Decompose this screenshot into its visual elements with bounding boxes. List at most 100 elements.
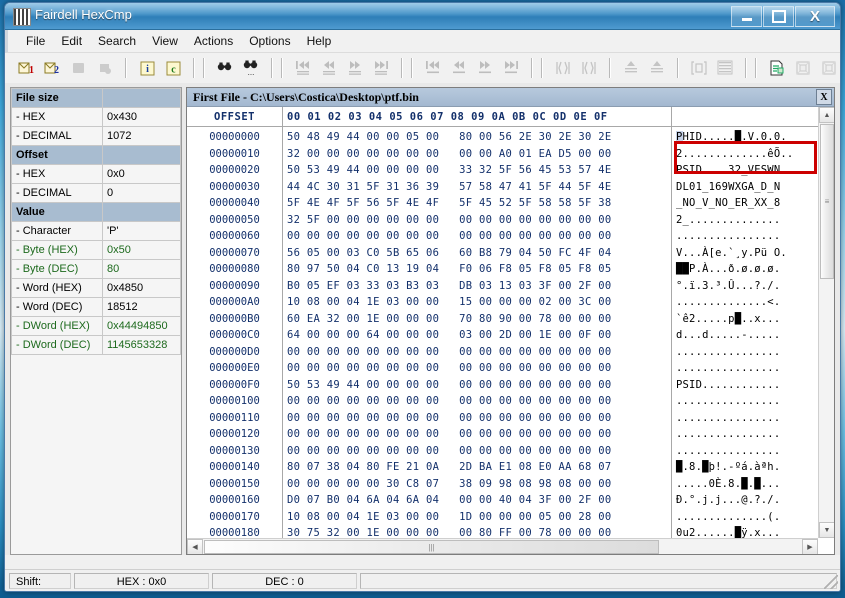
hex-bytes-cell[interactable]: 80 97 50 04 C0 13 19 04 F0 06 F8 05 F8 0… (283, 261, 671, 278)
first-equal-block-icon[interactable] (421, 56, 445, 80)
previous-equal-block-icon[interactable] (447, 56, 471, 80)
ascii-cell[interactable]: DL01_169WXGA_D_N (672, 179, 818, 196)
report-icon[interactable] (765, 56, 789, 80)
ascii-cell[interactable]: ................ (672, 393, 818, 410)
hex-bytes-cell[interactable]: 30 75 32 00 1E 00 00 00 00 80 FF 00 78 0… (283, 525, 671, 538)
next-difference-icon[interactable] (343, 56, 367, 80)
info-value: 0x50 (102, 240, 181, 260)
hex-bytes-cell[interactable]: 44 4C 30 31 5F 31 36 39 57 58 47 41 5F 4… (283, 179, 671, 196)
sync-scroll-on-icon[interactable] (577, 56, 601, 80)
hex-bytes-cell[interactable]: 64 00 00 00 64 00 00 00 03 00 2D 00 1E 0… (283, 327, 671, 344)
export-right-icon[interactable] (817, 56, 840, 80)
align-bottom-icon[interactable] (645, 56, 669, 80)
hex-bytes-cell[interactable]: 5F 4E 4F 5F 56 5F 4E 4F 5F 45 52 5F 58 5… (283, 195, 671, 212)
align-top-icon[interactable] (619, 56, 643, 80)
hex-horizontal-scrollbar[interactable]: ◀ ||| ▶ (187, 538, 818, 554)
hex-bytes-cell[interactable]: B0 05 EF 03 33 03 B3 03 DB 03 13 03 3F 0… (283, 278, 671, 295)
compare-icon[interactable]: c (161, 56, 185, 80)
hex-bytes-cell[interactable]: 00 00 00 00 00 00 00 00 00 00 00 00 00 0… (283, 228, 671, 245)
open-first-file-icon[interactable]: 1 (15, 56, 39, 80)
first-difference-icon[interactable] (291, 56, 315, 80)
open-second-file-icon[interactable]: 2 (41, 56, 65, 80)
scroll-left-arrow-icon[interactable]: ◀ (187, 539, 203, 554)
ascii-cell[interactable]: ................ (672, 410, 818, 427)
horizontal-scroll-thumb[interactable]: ||| (204, 540, 659, 554)
svg-text:1: 1 (29, 65, 34, 76)
hex-bytes-cell[interactable]: 10 08 00 04 1E 03 00 00 15 00 00 00 02 0… (283, 294, 671, 311)
ascii-cell[interactable]: ................ (672, 426, 818, 443)
hex-window-close-button[interactable]: X (816, 89, 832, 105)
hex-bytes-cell[interactable]: 56 05 00 03 C0 5B 65 06 60 B8 79 04 50 F… (283, 245, 671, 262)
hex-bytes-cell[interactable]: 60 EA 32 00 1E 00 00 00 70 80 90 00 78 0… (283, 311, 671, 328)
ascii-cell[interactable]: d...d.....-..... (672, 327, 818, 344)
scroll-up-arrow-icon[interactable]: ▲ (819, 107, 834, 123)
ascii-cell[interactable]: ................ (672, 443, 818, 460)
find-icon[interactable] (213, 56, 237, 80)
ascii-cell[interactable]: █.8.█þ!.-ºá.àªh. (672, 459, 818, 476)
menu-options[interactable]: Options (241, 32, 298, 50)
hex-bytes-cell[interactable]: 80 07 38 04 80 FE 21 0A 2D BA E1 08 E0 A… (283, 459, 671, 476)
hex-bytes-cell[interactable]: 50 53 49 44 00 00 00 00 00 00 00 00 00 0… (283, 377, 671, 394)
toolbar-separator (755, 58, 757, 78)
file-info-icon[interactable]: i (135, 56, 159, 80)
last-difference-icon[interactable] (369, 56, 393, 80)
hex-bytes-cell[interactable]: 10 08 00 04 1E 03 00 00 1D 00 00 00 05 0… (283, 509, 671, 526)
find-more-icon[interactable]: ... (239, 56, 263, 80)
ascii-cell[interactable]: ..............<. (672, 294, 818, 311)
hex-bytes-cell[interactable]: 00 00 00 00 00 00 00 00 00 00 00 00 00 0… (283, 360, 671, 377)
hex-bytes-cell[interactable]: D0 07 B0 04 6A 04 6A 04 00 00 40 04 3F 0… (283, 492, 671, 509)
ascii-cell[interactable]: Ð.°.j.j...@.?./. (672, 492, 818, 509)
scroll-down-arrow-icon[interactable]: ▼ (819, 522, 834, 538)
close-second-file-icon[interactable] (93, 56, 117, 80)
ascii-cell[interactable]: PHID.....█.V.0.0. (672, 129, 818, 146)
ascii-cell[interactable]: V...À[e.`¸y.Pü O. (672, 245, 818, 262)
last-equal-block-icon[interactable] (499, 56, 523, 80)
ascii-cell[interactable]: ██P.À...ð.ø.ø.ø. (672, 261, 818, 278)
hex-bytes-cell[interactable]: 00 00 00 00 00 00 00 00 00 00 00 00 00 0… (283, 410, 671, 427)
menu-view[interactable]: View (144, 32, 186, 50)
export-left-icon[interactable] (791, 56, 815, 80)
hex-bytes-cell[interactable]: 00 00 00 00 00 00 00 00 00 00 00 00 00 0… (283, 426, 671, 443)
menu-edit[interactable]: Edit (53, 32, 90, 50)
menu-actions[interactable]: Actions (186, 32, 241, 50)
hex-bytes-cell[interactable]: 50 53 49 44 00 00 00 00 33 32 5F 56 45 5… (283, 162, 671, 179)
ascii-cell[interactable]: 2.............êÕ.. (672, 146, 818, 163)
hex-bytes-cell[interactable]: 50 48 49 44 00 00 05 00 80 00 56 2E 30 2… (283, 129, 671, 146)
ascii-cell[interactable]: _NO_V_NO_ER_XX_8 (672, 195, 818, 212)
next-equal-block-icon[interactable] (473, 56, 497, 80)
select-block-icon[interactable] (687, 56, 711, 80)
previous-difference-icon[interactable] (317, 56, 341, 80)
ascii-cell[interactable]: PSID............ (672, 377, 818, 394)
ascii-cell[interactable]: `ê2.....p█..x... (672, 311, 818, 328)
minimize-button[interactable] (731, 6, 762, 27)
hex-bytes-cell[interactable]: 00 00 00 00 00 00 00 00 00 00 00 00 00 0… (283, 393, 671, 410)
ascii-cell[interactable]: ................ (672, 344, 818, 361)
ascii-cell[interactable]: ................ (672, 228, 818, 245)
offset-cell: 00000080 (209, 263, 260, 275)
ascii-cell[interactable]: ................ (672, 360, 818, 377)
hex-bytes-cell[interactable]: 00 00 00 00 00 30 C8 07 38 09 98 08 98 0… (283, 476, 671, 493)
resize-grip[interactable] (824, 575, 838, 589)
ascii-cell[interactable]: °.ï.3.³.Û...?./. (672, 278, 818, 295)
hex-bytes-cell[interactable]: 00 00 00 00 00 00 00 00 00 00 00 00 00 0… (283, 443, 671, 460)
hex-vertical-scrollbar[interactable]: ▲ ≡ ▼ (818, 107, 834, 538)
hex-bytes-cell[interactable]: 32 00 00 00 00 00 00 00 00 00 A0 01 EA D… (283, 146, 671, 163)
scroll-right-arrow-icon[interactable]: ▶ (802, 539, 818, 554)
ascii-cell[interactable]: ..............(. (672, 509, 818, 526)
sync-scroll-off-icon[interactable] (551, 56, 575, 80)
info-row-filesize-hex: - HEX 0x430 (11, 107, 181, 127)
ascii-cell[interactable]: PSID....32_VESWN (672, 162, 818, 179)
close-button[interactable]: X (795, 6, 835, 27)
ascii-cell[interactable]: .....0È.8.█.█... (672, 476, 818, 493)
menu-file[interactable]: File (18, 32, 53, 50)
menu-search[interactable]: Search (90, 32, 144, 50)
menu-help[interactable]: Help (299, 32, 340, 50)
ascii-cell[interactable]: 0u2......█ÿ.x... (672, 525, 818, 538)
ascii-cell[interactable]: 2_.............. (672, 212, 818, 229)
hex-bytes-cell[interactable]: 32 5F 00 00 00 00 00 00 00 00 00 00 00 0… (283, 212, 671, 229)
close-first-file-icon[interactable] (67, 56, 91, 80)
view-list-icon[interactable] (713, 56, 737, 80)
vertical-scroll-thumb[interactable]: ≡ (820, 124, 834, 279)
hex-bytes-cell[interactable]: 00 00 00 00 00 00 00 00 00 00 00 00 00 0… (283, 344, 671, 361)
maximize-button[interactable] (763, 6, 794, 27)
